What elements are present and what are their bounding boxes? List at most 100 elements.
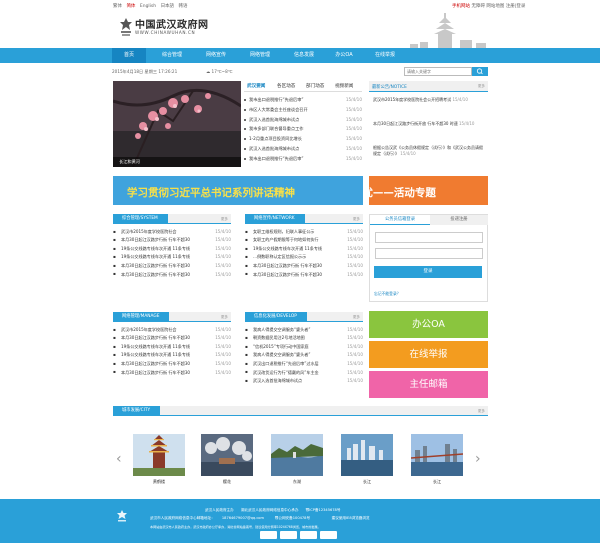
photo-caption[interactable]: 东湖 <box>271 479 323 485</box>
arrow-right-icon[interactable]: › <box>475 451 481 467</box>
doc-icon: ▪ <box>245 335 248 341</box>
nav-network[interactable]: 网络管理 <box>240 48 280 63</box>
list-item[interactable]: ▪ 女职工的产假期限等于何地如何执行 15/4/10 <box>245 236 363 245</box>
list-item[interactable]: ▪ 19条公交线路专线车次开通 11条专线 15/4/10 <box>113 244 231 253</box>
list-item[interactable]: ▪ 武汉市2015年度学校医院社会 15/4/10 <box>113 325 231 334</box>
activity-banner[interactable]: 武汉政府网站”争先创优——活动专题 <box>369 176 488 205</box>
list-item[interactable]: ▪ 19条公交线路专线车次开通 11条专线 15/4/10 <box>113 351 231 360</box>
city-photo[interactable] <box>341 434 393 476</box>
notice-item[interactable]: 本月30日起江汉路步行街开放 行车不超30 时速 15/4/10 <box>373 121 483 127</box>
notice-more-link[interactable]: 更多 <box>478 84 485 89</box>
accessibility-link[interactable]: 无障碍 <box>471 4 485 9</box>
login-button[interactable]: 登录 <box>374 266 482 278</box>
tab-district-news[interactable]: 各区动态 <box>277 83 295 89</box>
mobile-site-link[interactable]: 手机网站 <box>452 4 470 9</box>
nav-home[interactable]: 首页 <box>112 48 146 63</box>
notice-item[interactable]: 武汉市2015年度学校医院社会公开招聘考试 15/4/10 <box>373 97 483 103</box>
city-photo[interactable] <box>133 434 185 476</box>
list-item[interactable]: ▪ 女职工维权规则，妇联人事征公示 15/4/10 <box>245 227 363 236</box>
tab-department-news[interactable]: 部门动态 <box>306 83 324 89</box>
trust-badge-icon[interactable] <box>320 531 337 539</box>
forgot-link[interactable]: 忘记不能登录？ <box>374 291 401 297</box>
section-more-link[interactable]: 更多 <box>353 217 360 222</box>
sitemap-link[interactable]: 网站地图 <box>486 4 504 9</box>
nav-publicity[interactable]: 网络宣传 <box>196 48 236 63</box>
doc-icon: ▪ <box>245 360 248 366</box>
list-item[interactable]: ▪ 朝资数据民用注2号地活地图 15/4/10 <box>245 334 363 343</box>
search-input[interactable] <box>404 67 472 76</box>
yellow-crane-tower-icon <box>410 13 486 48</box>
list-item[interactable]: ▪ 19条公交线路专线车次开通 11条专线 15/4/10 <box>113 253 231 262</box>
section-manage: 网络管理/MANAGE 更多 ▪ 武汉市2015年度学校医院社会 15/4/10 ▪… <box>113 312 231 400</box>
nav-development[interactable]: 信息发展 <box>284 48 324 63</box>
password-field[interactable] <box>375 248 483 259</box>
list-item[interactable]: 1-2月重点项目投资同比增长 15/4/10 <box>244 134 362 144</box>
list-item[interactable]: 我市出口退税推行“先退后审” 15/4/10 <box>244 95 362 105</box>
photo-caption[interactable]: 长江和黄河 <box>113 157 241 167</box>
director-mailbox-button[interactable]: 主任邮箱 <box>369 371 488 398</box>
tab-register[interactable]: 投递注册 <box>430 215 488 225</box>
section-more-link[interactable]: 更多 <box>353 315 360 320</box>
lang-japanese[interactable]: 日本語 <box>161 4 175 9</box>
online-report-button[interactable]: 在线举报 <box>369 341 488 368</box>
list-item[interactable]: ▪ 武汉出口退税推行“先退后审”过水层 15/4/10 <box>245 359 363 368</box>
list-item[interactable]: ▪ 本月30日起江汉路步行街 行车不超30 15/4/10 <box>113 270 231 279</box>
section-more-link[interactable]: 更多 <box>221 315 228 320</box>
list-item[interactable]: ▪ 19条公交线路专线车次开通 11条专线 15/4/10 <box>113 342 231 351</box>
nav-management[interactable]: 综合管理 <box>152 48 192 63</box>
notice-item[interactable]: 根据公告汉武《公务员休假规定（试行）》和《武汉公务员请假规定（试行）》 15/4… <box>373 145 483 157</box>
list-item[interactable]: ▪ 本月30日起江汉路步行街 行车不超30 15/4/10 <box>245 270 363 279</box>
list-item[interactable]: 我市出口退税推行“先退后审” 15/4/10 <box>244 154 362 164</box>
doc-icon: ▪ <box>245 245 248 251</box>
list-item[interactable]: ▪ 武汉入选首批海绵城市试点 15/4/10 <box>245 377 363 386</box>
lang-korean[interactable]: 韩语 <box>179 4 188 9</box>
tab-video-news[interactable]: 视频新闻 <box>335 83 353 89</box>
photo-caption[interactable]: 长江 <box>411 479 463 485</box>
photo-caption[interactable]: 樱花 <box>201 479 253 485</box>
username-field[interactable] <box>375 232 483 243</box>
list-item[interactable]: ▪ 武汉市2015年度学校医院社会 15/4/10 <box>113 227 231 236</box>
trust-badge-icon[interactable] <box>280 531 297 539</box>
list-item[interactable]: ▪ 我病人得提交空调服务“婆头者” 15/4/10 <box>245 351 363 360</box>
list-item[interactable]: 市区人大常委会主任座谈会召开 15/4/10 <box>244 105 362 115</box>
list-item[interactable]: ▪ 本月30日起江汉路步行街 行车不超30 15/4/10 <box>113 236 231 245</box>
list-item[interactable]: 武汉入选首批海绵城市试点 15/4/10 <box>244 144 362 154</box>
nav-office-oa[interactable]: 办公OA <box>324 48 364 63</box>
list-item[interactable]: ▪ 19条公交线路专线车次开通 11条专线 15/4/10 <box>245 244 363 253</box>
search-button[interactable] <box>472 67 488 76</box>
list-item[interactable]: ▪ 本月30日起江汉路步行街 行车不超30 15/4/10 <box>113 359 231 368</box>
list-item[interactable]: ▪ …倒数职称认定区信报公示示 15/4/10 <box>245 253 363 262</box>
list-item[interactable]: ▪ 本月30日起江汉路步行街 行车不超30 15/4/10 <box>113 261 231 270</box>
doc-icon: ▪ <box>245 352 248 358</box>
photo-caption[interactable]: 长江 <box>341 479 393 485</box>
tab-mailbox-login[interactable]: 公务员信箱登录 <box>370 215 430 225</box>
trust-badge-icon[interactable] <box>260 531 277 539</box>
lang-english[interactable]: English <box>140 4 156 9</box>
city-photo[interactable] <box>411 434 463 476</box>
list-item[interactable]: ▪ 本月30日起江汉路步行街 行车不超30 15/4/10 <box>113 334 231 343</box>
city-photo[interactable] <box>271 434 323 476</box>
photo-caption[interactable]: 黄鹤楼 <box>133 479 185 485</box>
list-item[interactable]: ▪ 我病人得提交空调服务“婆头者” 15/4/10 <box>245 325 363 334</box>
register-login-link[interactable]: 注册|登录 <box>506 4 526 9</box>
study-banner[interactable]: 学习贯彻习近平总书记系列讲话精神 <box>113 176 363 205</box>
lang-traditional[interactable]: 繁体 <box>113 4 122 9</box>
section-list: ▪ 武汉市2015年度学校医院社会 15/4/10 ▪ 本月30日起江汉路步行街 行车… <box>113 325 231 377</box>
section-more-link[interactable]: 更多 <box>221 217 228 222</box>
list-item[interactable]: 我市多部门联合督导重点工作 15/4/10 <box>244 124 362 134</box>
list-item[interactable]: ▪ 本月30日起江汉路步行街 行车不超30 15/4/10 <box>113 368 231 377</box>
list-item[interactable]: ▪ “信机2015”专项行动中国家庭 15/4/10 <box>245 342 363 351</box>
arrow-left-icon[interactable]: ‹ <box>116 451 122 467</box>
list-item[interactable]: ▪ 武汉改货运行为行“德戴的风”车主金 15/4/10 <box>245 368 363 377</box>
lang-simplified[interactable]: 简体 <box>126 4 135 9</box>
office-oa-button[interactable]: 办公OA <box>369 311 488 338</box>
tab-wuhan-news[interactable]: 武汉要闻 <box>247 83 265 89</box>
list-item[interactable]: 武汉入选首批海绵城市试点 15/4/10 <box>244 115 362 125</box>
list-item[interactable]: ▪ 本月30日起江汉路步行街 行车不超30 15/4/10 <box>245 261 363 270</box>
city-more-link[interactable]: 更多 <box>478 409 485 414</box>
site-title[interactable]: 中国武汉政府网 <box>135 16 209 31</box>
city-photo[interactable] <box>201 434 253 476</box>
trust-badge-icon[interactable] <box>300 531 317 539</box>
nav-report[interactable]: 在线举报 <box>364 48 406 63</box>
feature-photo[interactable] <box>113 81 241 167</box>
